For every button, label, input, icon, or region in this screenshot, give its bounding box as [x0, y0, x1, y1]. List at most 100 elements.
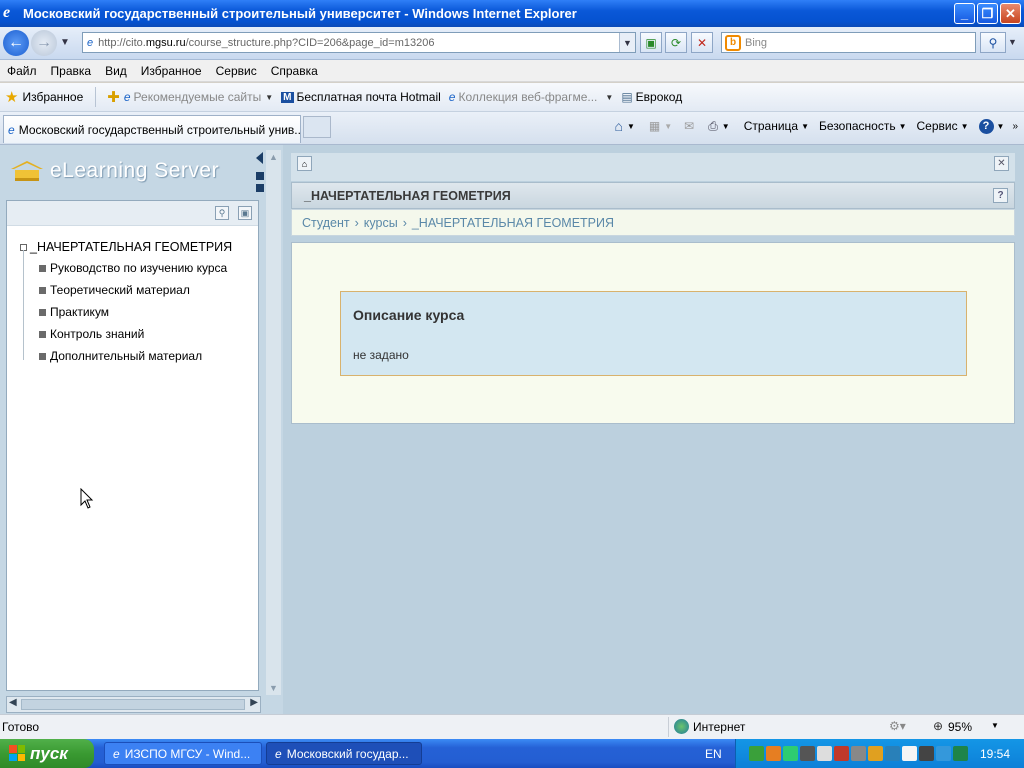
chevron-down-icon[interactable]: ▼	[722, 122, 730, 131]
taskbar-button-label: Московский государ...	[286, 746, 409, 761]
tray-icon[interactable]	[867, 746, 883, 761]
content-toolbar: ⌂ ✕	[291, 153, 1015, 181]
tree-item-tests[interactable]: Контроль знаний	[39, 327, 144, 341]
menu-help[interactable]: Справка	[264, 64, 325, 78]
tree-item-extra[interactable]: Дополнительный материал	[39, 349, 202, 363]
scroll-thumb[interactable]	[21, 699, 245, 710]
page-menu[interactable]: Страница	[744, 119, 798, 133]
help-icon[interactable]: ?	[978, 118, 994, 134]
expand-icon[interactable]	[256, 184, 264, 192]
tray-icon[interactable]	[782, 746, 798, 761]
start-button[interactable]: пуск	[0, 739, 94, 768]
window-title-bar[interactable]: e Московский государственный строительны…	[0, 0, 1024, 27]
breadcrumb-separator: ›	[354, 215, 359, 230]
tray-icon[interactable]	[748, 746, 764, 761]
zoom-dropdown-icon[interactable]: ▼	[991, 721, 999, 730]
ie-page-icon: e	[448, 90, 456, 104]
forward-button[interactable]: →	[31, 30, 57, 56]
breadcrumb-courses[interactable]: курсы	[364, 216, 398, 230]
close-icon[interactable]: ✕	[994, 156, 1009, 171]
language-indicator[interactable]: EN	[705, 747, 722, 761]
refresh-icon[interactable]: ⟳	[665, 32, 687, 53]
chevron-down-icon[interactable]: ▼	[664, 122, 672, 131]
tools-menu[interactable]: Сервис	[917, 119, 958, 133]
tray-icon[interactable]	[833, 746, 849, 761]
search-input[interactable]: b Bing	[721, 32, 976, 53]
tray-icon[interactable]	[952, 746, 968, 761]
fav-web-slice-gallery[interactable]: e Коллекция веб-фрагме... ▼	[449, 90, 614, 104]
print-icon[interactable]: ⎙	[708, 119, 718, 134]
menu-edit[interactable]: Правка	[44, 64, 99, 78]
scroll-left-icon[interactable]: ◀	[9, 697, 17, 708]
scroll-up-icon[interactable]: ▲	[269, 152, 278, 162]
chevron-down-icon: ▼	[605, 92, 614, 102]
menu-file[interactable]: Файл	[0, 64, 44, 78]
address-bar[interactable]: e http://cito. mgsu.ru/course_structure.p…	[82, 32, 636, 53]
compatibility-icon[interactable]: ▣	[640, 32, 662, 53]
tree-root[interactable]: _НАЧЕРТАТЕЛЬНАЯ ГЕОМЕТРИЯ	[20, 240, 232, 254]
menu-view[interactable]: Вид	[98, 64, 134, 78]
search-icon[interactable]: ⚲	[215, 206, 229, 220]
horizontal-scrollbar[interactable]: ◀ ▶	[6, 696, 261, 713]
fav-eurocode[interactable]: ▤ Еврокод	[621, 90, 682, 104]
course-tree-panel: ⚲ ▣ _НАЧЕРТАТЕЛЬНАЯ ГЕОМЕТРИЯ Руководств…	[6, 200, 259, 691]
tray-icon[interactable]	[765, 746, 781, 761]
tray-icon[interactable]	[816, 746, 832, 761]
scroll-right-icon[interactable]: ▶	[250, 697, 258, 708]
breadcrumb-student[interactable]: Студент	[302, 216, 350, 230]
tab-active[interactable]: e Московский государственный строительны…	[3, 115, 301, 143]
tray-icon[interactable]	[799, 746, 815, 761]
zoom-level[interactable]: 95%	[948, 720, 972, 734]
menu-favorites[interactable]: Избранное	[134, 64, 209, 78]
course-title-bar: _НАЧЕРТАТЕЛЬНАЯ ГЕОМЕТРИЯ ?	[291, 182, 1015, 209]
history-dropdown-icon[interactable]: ▼	[60, 37, 70, 48]
chevron-down-icon[interactable]: ▼	[627, 122, 635, 131]
home-icon[interactable]: ⌂	[614, 118, 622, 134]
taskbar-button-1[interactable]: e ИЗСПО МГСУ - Wind...	[104, 742, 262, 765]
maximize-button[interactable]: ❐	[977, 3, 998, 24]
security-zone[interactable]: Интернет	[693, 720, 745, 734]
favorites-button[interactable]: ★ Избранное	[0, 88, 83, 106]
close-button[interactable]: ✕	[1000, 3, 1021, 24]
tree-item-theory[interactable]: Теоретический материал	[39, 283, 190, 297]
breadcrumb-course[interactable]: _НАЧЕРТАТЕЛЬНАЯ ГЕОМЕТРИЯ	[412, 216, 614, 230]
scroll-down-icon[interactable]: ▼	[269, 683, 278, 693]
tree-item-guide[interactable]: Руководство по изучению курса	[39, 261, 227, 275]
tray-icon[interactable]	[850, 746, 866, 761]
help-icon[interactable]: ?	[993, 188, 1008, 203]
tray-icon[interactable]	[935, 746, 951, 761]
tray-icon[interactable]	[918, 746, 934, 761]
search-dropdown-icon[interactable]: ▼	[1008, 37, 1017, 47]
expand-icon[interactable]	[256, 172, 264, 180]
back-button[interactable]: ←	[3, 30, 29, 56]
tray-icon[interactable]	[901, 746, 917, 761]
clock[interactable]: 19:54	[980, 747, 1010, 761]
mail-icon[interactable]: ✉	[684, 119, 694, 133]
fav-hotmail[interactable]: M Бесплатная почта Hotmail	[281, 90, 441, 104]
safety-menu[interactable]: Безопасность	[819, 119, 896, 133]
rss-icon[interactable]: ▦	[649, 119, 660, 133]
bing-icon: b	[725, 34, 741, 51]
chevron-down-icon[interactable]: ▼	[997, 122, 1005, 131]
url-host: mgsu.ru	[145, 36, 186, 49]
address-dropdown-icon[interactable]: ▼	[619, 33, 635, 52]
minimize-button[interactable]: _	[954, 3, 975, 24]
taskbar-button-2[interactable]: e Московский государ...	[266, 742, 422, 765]
tree-item-practice[interactable]: Практикум	[39, 305, 109, 319]
tray-icon[interactable]	[884, 746, 900, 761]
vertical-scrollbar[interactable]: ▲ ▼	[266, 150, 281, 695]
search-button[interactable]: ⚲	[980, 32, 1006, 53]
collapse-arrow-icon[interactable]	[256, 152, 263, 164]
new-tab-button[interactable]	[303, 116, 331, 138]
more-tools-icon[interactable]: »	[1012, 121, 1018, 132]
menu-tools[interactable]: Сервис	[209, 64, 264, 78]
protected-mode-icon[interactable]: ⚙▾	[889, 719, 906, 733]
ie-icon: e	[113, 746, 120, 761]
home-icon[interactable]: ⌂	[297, 156, 312, 171]
stop-icon[interactable]: ✕	[691, 32, 713, 53]
favorites-star-icon: ★	[5, 89, 19, 106]
fav-suggested-sites[interactable]: e Рекомендуемые сайты ▼	[124, 90, 273, 104]
add-favorite-icon[interactable]: ✚	[107, 88, 120, 106]
bookmark-icon[interactable]: ▣	[238, 206, 252, 220]
tab-bar: e Московский государственный строительны…	[0, 112, 1024, 145]
